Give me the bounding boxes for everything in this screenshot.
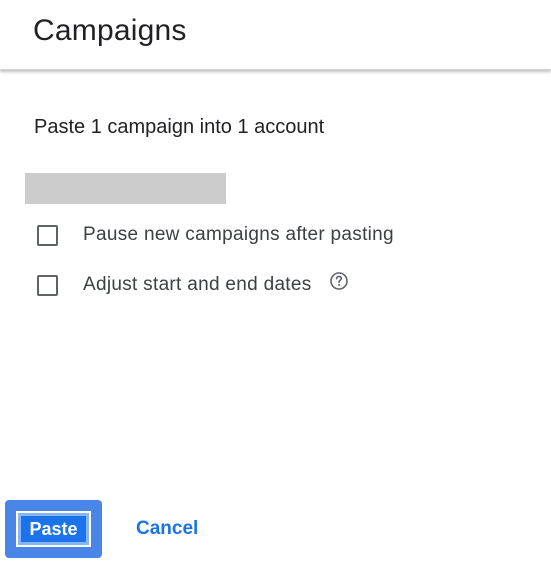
paste-campaigns-dialog: Campaigns Paste 1 campaign into 1 accoun… <box>0 0 551 568</box>
adjust-dates-label: Adjust start and end dates <box>83 274 312 295</box>
pause-campaigns-option[interactable]: Pause new campaigns after pasting <box>37 221 394 249</box>
adjust-dates-option[interactable]: Adjust start and end dates <box>37 271 349 299</box>
cancel-button[interactable]: Cancel <box>136 518 198 540</box>
pause-campaigns-label: Pause new campaigns after pasting <box>83 224 394 245</box>
paste-button[interactable]: Paste <box>5 500 102 558</box>
dialog-title: Campaigns <box>33 14 187 47</box>
adjust-dates-checkbox[interactable] <box>37 274 58 296</box>
paste-button-label: Paste <box>16 511 91 547</box>
pause-campaigns-checkbox[interactable] <box>37 224 58 246</box>
dialog-footer: Paste Cancel <box>0 498 551 558</box>
redacted-account-name <box>25 173 226 204</box>
paste-summary: Paste 1 campaign into 1 account <box>34 116 325 138</box>
dialog-header: Campaigns <box>0 0 551 70</box>
help-circle-icon[interactable] <box>329 271 349 291</box>
